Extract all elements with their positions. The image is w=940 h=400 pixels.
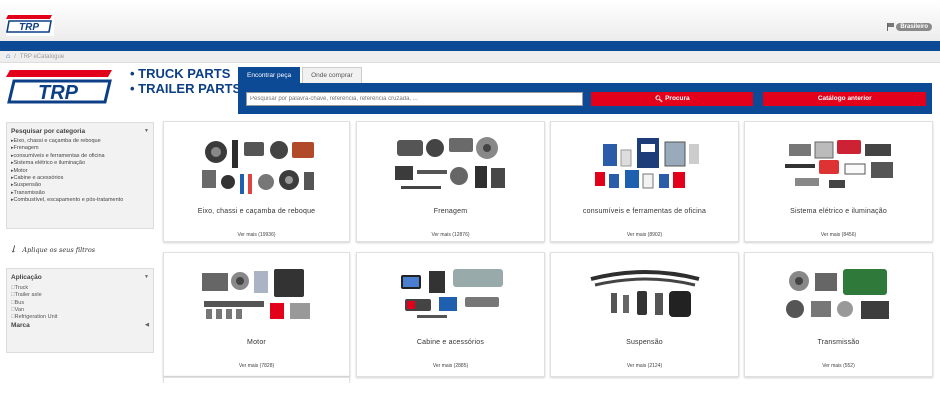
trp-logo-small[interactable]: TRP	[6, 10, 54, 36]
tagline-trailer-parts: • TRAILER PARTS	[130, 81, 242, 96]
brand-filter-header[interactable]: Marca ◀	[7, 322, 153, 329]
application-checkbox[interactable]: Trailer axle	[11, 292, 149, 299]
category-item[interactable]: Suspensão	[11, 182, 149, 189]
application-checkbox[interactable]: Van	[11, 307, 149, 314]
category-card-partial	[163, 377, 350, 383]
category-item[interactable]: consumíveis e ferramentas de oficina	[11, 153, 149, 160]
filter-hint: ↙ Aplique os seus filtros	[7, 242, 96, 257]
see-more-link[interactable]: Ver mais (8456)	[745, 232, 932, 238]
category-item[interactable]: Eixo, chassi e caçamba de reboque	[11, 138, 149, 145]
category-card-suspension[interactable]: Suspensão Ver mais (2124)	[550, 252, 739, 377]
application-filter-header[interactable]: Aplicação ▼	[7, 274, 153, 281]
language-selector[interactable]: Brasileiro	[887, 23, 932, 31]
caret-down-icon: ▼	[144, 128, 149, 134]
category-filter-header[interactable]: Pesquisar por categoria ▼	[7, 128, 153, 135]
category-item[interactable]: Sistema elétrico e iluminação	[11, 160, 149, 167]
filter-hint-text: Aplique os seus filtros	[22, 245, 96, 254]
axle-parts-image	[202, 140, 314, 194]
tab-where-to-buy[interactable]: Onde comprar	[302, 67, 362, 83]
see-more-link[interactable]: Ver mais (12876)	[357, 232, 544, 238]
category-card-title: Eixo, chassi e caçamba de reboque	[197, 208, 316, 215]
engine-parts-image	[202, 269, 310, 319]
category-card-title: Motor	[247, 339, 266, 346]
tab-find-part[interactable]: Encontrar peça	[238, 67, 301, 83]
application-filter-title: Aplicação	[11, 274, 42, 281]
svg-text:TRP: TRP	[38, 82, 79, 104]
caret-right-icon: ◀	[145, 322, 149, 329]
search-button-label: Procura	[665, 95, 690, 102]
category-item[interactable]: Frenagem	[11, 145, 149, 152]
see-more-link[interactable]: Ver mais (7828)	[164, 363, 349, 369]
consumables-image	[595, 138, 699, 189]
category-card-axle[interactable]: Eixo, chassi e caçamba de reboque Ver ma…	[163, 121, 350, 242]
application-checkbox[interactable]: Bus	[11, 300, 149, 307]
breadcrumb: ⌂ / TRP eCatalogue	[0, 51, 940, 63]
category-card-title: Cabine e acessórios	[416, 339, 485, 346]
category-card-braking[interactable]: Frenagem Ver mais (12876)	[356, 121, 545, 242]
category-card-consumables[interactable]: consumíveis e ferramentas de oficina Ver…	[550, 121, 739, 242]
category-list: Eixo, chassi e caçamba de reboque Frenag…	[7, 138, 153, 205]
application-checkbox[interactable]: Truck	[11, 285, 149, 292]
cabin-accessories-image	[401, 269, 503, 318]
category-card-transmission[interactable]: Transmissão Ver mais (552)	[744, 252, 933, 377]
see-more-link[interactable]: Ver mais (8902)	[551, 232, 738, 238]
category-filter-title: Pesquisar por categoria	[11, 128, 86, 135]
brand-tagline: • TRUCK PARTS • TRAILER PARTS	[130, 66, 241, 96]
braking-parts-image	[395, 137, 505, 189]
search-button[interactable]: 🔍︎ Procura	[590, 91, 754, 106]
category-card-title: Sistema elétrico e iluminação	[790, 208, 887, 215]
category-card-engine[interactable]: Motor Ver mais (7828)	[163, 252, 350, 377]
category-filter: Pesquisar por categoria ▼ Eixo, chassi e…	[6, 122, 154, 229]
application-list: Truck Trailer axle Bus Van Refrigeration…	[7, 285, 153, 321]
flag-icon	[887, 23, 895, 31]
search-input[interactable]	[246, 91, 583, 106]
svg-text:TRP: TRP	[19, 22, 39, 33]
category-item[interactable]: Transmissão	[11, 190, 149, 197]
category-card-title: Suspensão	[626, 339, 663, 346]
category-item[interactable]: Combustível, escapamento e pós-tratament…	[11, 197, 149, 204]
breadcrumb-current[interactable]: TRP eCatalogue	[20, 54, 64, 60]
category-card-title: consumíveis e ferramentas de oficina	[582, 208, 707, 215]
application-filter: Aplicação ▼ Truck Trailer axle Bus Van R…	[6, 268, 154, 353]
search-tabs: Encontrar peça Onde comprar	[238, 67, 932, 83]
see-more-link[interactable]: Ver mais (19936)	[164, 232, 349, 238]
search-panel: Encontrar peça Onde comprar 🔍︎ Procura C…	[238, 67, 932, 114]
category-item[interactable]: Cabine e acessórios	[11, 175, 149, 182]
tagline-truck-parts: • TRUCK PARTS	[130, 66, 231, 81]
breadcrumb-separator: /	[14, 53, 16, 60]
category-card-cabin[interactable]: Cabine e acessórios Ver mais (2885)	[356, 252, 545, 377]
category-card-title: Transmissão	[817, 339, 860, 346]
top-bar: TRP Brasileiro	[0, 0, 940, 41]
search-bar: 🔍︎ Procura Catálogo anterior	[238, 83, 932, 114]
transmission-parts-image	[786, 269, 889, 319]
see-more-link[interactable]: Ver mais (552)	[745, 363, 932, 369]
electrical-parts-image	[785, 140, 893, 188]
category-item[interactable]: Motor	[11, 168, 149, 175]
category-card-electrical[interactable]: Sistema elétrico e iluminação Ver mais (…	[744, 121, 933, 242]
header-band	[0, 41, 940, 51]
trp-logo[interactable]: TRP	[6, 68, 112, 104]
previous-catalog-button[interactable]: Catálogo anterior	[763, 91, 926, 106]
language-label: Brasileiro	[896, 23, 932, 31]
arrow-icon: ↙	[7, 242, 21, 257]
search-icon: 🔍︎	[654, 95, 664, 103]
caret-down-icon: ▼	[144, 274, 149, 280]
suspension-parts-image	[590, 270, 700, 317]
brand-filter-title: Marca	[11, 322, 30, 330]
application-checkbox[interactable]: Refrigeration Unit	[11, 314, 149, 321]
home-icon[interactable]: ⌂	[6, 53, 10, 60]
see-more-link[interactable]: Ver mais (2885)	[357, 363, 544, 369]
see-more-link[interactable]: Ver mais (2124)	[551, 363, 738, 369]
category-card-title: Frenagem	[433, 208, 468, 215]
